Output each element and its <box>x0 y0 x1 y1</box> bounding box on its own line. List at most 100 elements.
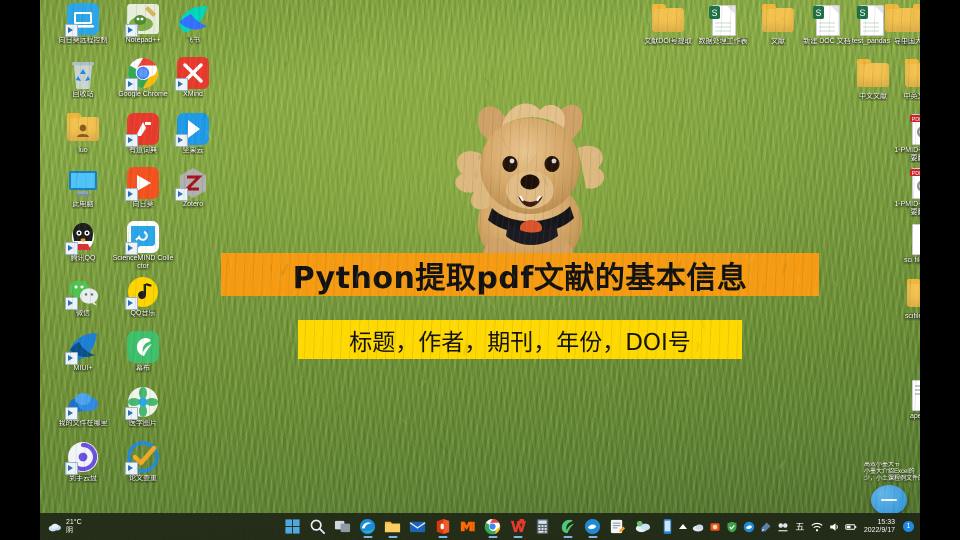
grass-texture <box>173 120 174 125</box>
desktop-icon-app[interactable]: 飞书 <box>162 2 224 45</box>
battery-icon[interactable] <box>845 521 857 533</box>
desktop-wallpaper[interactable]: 向日葵远程控制 Notepad++ 飞书 回收站 Google Chrome X… <box>40 0 920 540</box>
windows-icon <box>284 518 301 535</box>
wps-button[interactable] <box>505 514 530 539</box>
desktop-icon-txt[interactable]: sci filestudi.. <box>892 222 920 265</box>
taskbar-clock[interactable]: 15:33 2022/9/17 <box>864 519 895 535</box>
grass-texture <box>797 86 800 96</box>
browser-icon[interactable] <box>743 521 755 533</box>
qq-browser-button[interactable] <box>580 514 605 539</box>
grass-texture <box>630 213 634 219</box>
grass-texture <box>812 467 815 472</box>
file-explorer-button[interactable] <box>380 514 405 539</box>
grass-texture <box>363 56 370 69</box>
grass-texture <box>528 154 537 167</box>
grass-texture <box>202 324 207 333</box>
notes-button[interactable] <box>605 514 630 539</box>
floating-assistant-button[interactable] <box>871 485 907 515</box>
grass-texture <box>399 0 406 12</box>
grass-texture <box>131 292 134 300</box>
grass-texture <box>515 107 522 120</box>
desktop-icon-app[interactable]: 坚果云 <box>162 112 224 155</box>
desktop-icon-app[interactable]: XMind <box>162 56 224 99</box>
mi-button[interactable] <box>455 514 480 539</box>
notification-badge[interactable]: 1 <box>903 521 914 532</box>
desktop-icon-app[interactable]: 向日葵远程控制 <box>52 2 114 45</box>
grass-texture <box>401 417 407 424</box>
edge-button[interactable] <box>355 514 380 539</box>
grass-texture <box>595 123 598 130</box>
search-icon <box>309 518 326 535</box>
desktop-icon-folder[interactable]: scifilestudi.. <box>892 278 920 321</box>
calculator-button[interactable] <box>530 514 555 539</box>
grass-texture <box>250 186 257 197</box>
grass-texture <box>223 57 233 70</box>
desktop-icon-folder[interactable]: 中英文PDF <box>890 58 920 101</box>
grass-texture <box>630 15 634 21</box>
wifi-icon[interactable] <box>811 521 823 533</box>
desktop-icon-system[interactable]: 此电脑 <box>52 166 114 209</box>
desktop-icon-folder[interactable]: 中国大学排名成绩 <box>898 3 920 46</box>
grass-texture <box>414 171 421 180</box>
desktop-icon-app[interactable]: 到手云盘 <box>52 440 114 483</box>
grass-texture <box>809 334 814 342</box>
laptop-icon <box>65 2 100 37</box>
folder-icon <box>384 518 401 535</box>
grass-texture <box>297 445 305 459</box>
desktop-icon-app[interactable]: Zotero <box>162 166 224 209</box>
grass-texture <box>388 486 393 500</box>
mail-button[interactable] <box>405 514 430 539</box>
cloud-icon[interactable] <box>692 521 704 533</box>
desktop-icon-label: apex file <box>909 413 920 420</box>
grass-texture <box>759 371 764 378</box>
desktop-icon-python[interactable]: apex file <box>892 378 920 421</box>
pen-icon[interactable] <box>760 521 772 533</box>
mail-icon <box>409 518 426 535</box>
desktop-icon-app[interactable]: QQ音乐 <box>112 275 174 318</box>
grass-texture <box>456 503 458 509</box>
grass-texture <box>437 442 449 455</box>
office-button[interactable] <box>430 514 455 539</box>
grass-texture <box>591 151 596 159</box>
chevron-up-icon[interactable] <box>678 524 687 529</box>
desktop-icon-folder[interactable]: 文献DOI号提取 <box>637 3 699 46</box>
grass-texture <box>531 44 537 56</box>
svg-text:S: S <box>711 8 717 18</box>
desktop-icon-pdf[interactable]: PDF 1-PMID-45-中文摘要翻译.. <box>892 112 920 163</box>
grass-texture <box>531 115 535 129</box>
phone-link-button[interactable] <box>655 514 680 539</box>
desktop-icon-app[interactable]: 我的文件在哪里 <box>52 385 114 428</box>
grass-texture <box>911 149 914 156</box>
desktop-icon-label: 文献DOI号提取 <box>644 38 692 45</box>
system-tray: 五 15:33 2022/9/17 1 <box>678 513 914 540</box>
grass-texture <box>351 148 355 163</box>
grass-texture <box>624 237 628 251</box>
desktop-icon-app[interactable]: 微信 <box>52 275 114 318</box>
shield-icon[interactable] <box>726 521 738 533</box>
chrome-button[interactable] <box>480 514 505 539</box>
desktop-icon-label: sci filestudi.. <box>903 257 920 264</box>
grass-texture <box>541 26 548 39</box>
desktop-icon-excel[interactable]: S 数据处理工作表 <box>692 3 754 46</box>
start-button[interactable] <box>280 514 305 539</box>
speaker-icon[interactable] <box>828 521 840 533</box>
search-button[interactable] <box>305 514 330 539</box>
sunlogin-icon[interactable] <box>709 521 721 533</box>
desktop-icon-app[interactable]: 腾讯QQ <box>52 220 114 263</box>
ime-tool-icon[interactable] <box>777 521 789 533</box>
desktop-icon-label: luo <box>78 147 88 154</box>
grass-texture <box>421 367 429 377</box>
task-view-button[interactable] <box>330 514 355 539</box>
sunlogin-icon <box>125 166 160 201</box>
grass-texture <box>392 39 399 50</box>
mubu-button[interactable] <box>555 514 580 539</box>
desktop-icon-folder[interactable]: luo <box>52 112 114 155</box>
grass-texture <box>537 460 544 474</box>
weather-app-button[interactable] <box>630 514 655 539</box>
grass-texture <box>40 125 44 138</box>
grass-texture <box>47 101 50 111</box>
grass-texture <box>291 56 293 66</box>
ime-chinese-icon[interactable]: 五 <box>794 521 806 533</box>
desktop-icon-app[interactable]: ScienceMIND Collector <box>112 220 174 271</box>
grass-texture <box>914 354 920 369</box>
